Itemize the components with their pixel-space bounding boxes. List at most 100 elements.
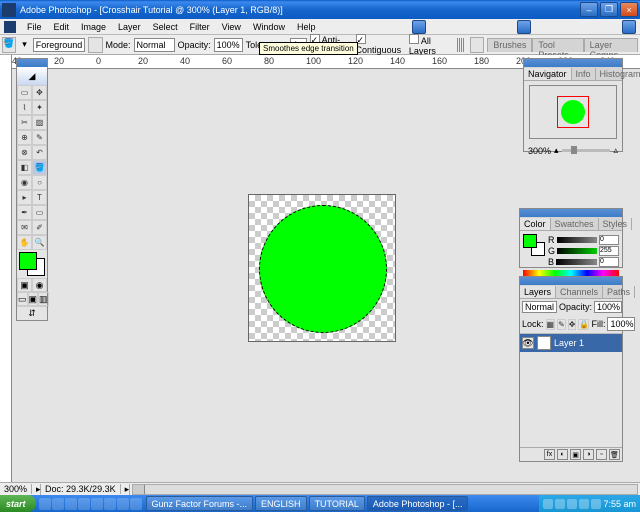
zoom-out-icon[interactable]: ▴ [554,145,559,156]
zoom-in-icon[interactable]: ▵ [613,145,618,156]
slice-tool[interactable]: ▨ [32,115,47,130]
task-button[interactable]: Gunz Factor Forums -... [146,496,254,511]
lock-all-icon[interactable]: 🔒 [578,319,589,330]
doc-restore-button[interactable] [517,20,531,34]
task-button[interactable]: ENGLISH [255,496,307,511]
well-layercomps-tab[interactable]: Layer Comps [584,38,638,52]
opacity-input[interactable]: 100% [214,38,243,52]
menu-window[interactable]: Window [248,21,290,33]
minimize-button[interactable]: – [580,2,598,17]
status-arrow[interactable]: ▸ [32,484,41,495]
zoom-slider[interactable] [562,149,611,152]
task-button[interactable]: Adobe Photoshop - [... [367,496,469,511]
quickmask-toggle[interactable]: ▣◉ [17,278,47,292]
color-swatches[interactable] [17,250,47,278]
filebrowser-toggle-icon[interactable] [470,37,484,53]
contiguous-checkbox[interactable]: ✓Contiguous [356,34,406,55]
eraser-tool[interactable]: ◧ [17,160,32,175]
menu-select[interactable]: Select [148,21,183,33]
marquee-tool[interactable]: ▭ [17,85,32,100]
system-tray[interactable]: 7:55 am [539,495,640,512]
color-tab[interactable]: Color [520,218,551,230]
new-set-icon[interactable]: ▣ [570,449,581,460]
visibility-toggle-icon[interactable]: 👁 [522,337,534,349]
bucket-tool-icon[interactable]: 🪣 [2,37,16,53]
new-layer-icon[interactable]: ▫ [596,449,607,460]
type-tool[interactable]: T [32,190,47,205]
adjustment-icon[interactable]: ◑ [583,449,594,460]
zoom-value[interactable]: 300% [528,146,551,156]
layer-style-icon[interactable]: fx [544,449,555,460]
horizontal-scrollbar[interactable] [132,484,638,495]
notes-tool[interactable]: ✉ [17,220,32,235]
panel-header[interactable] [524,59,622,67]
menu-filter[interactable]: Filter [185,21,215,33]
well-toolpresets-tab[interactable]: Tool Presets [532,38,583,52]
well-brushes-tab[interactable]: Brushes [487,38,532,52]
dodge-tool[interactable]: ○ [32,175,47,190]
document-canvas[interactable] [248,194,396,342]
panel-header[interactable] [520,209,622,217]
lock-pixels-icon[interactable]: ✎ [557,319,566,330]
wand-tool[interactable]: ✦ [32,100,47,115]
heal-tool[interactable]: ⊕ [17,130,32,145]
g-input[interactable] [599,246,619,256]
fill-input[interactable]: 100% [607,317,635,331]
menu-file[interactable]: File [22,21,47,33]
layer-thumbnail[interactable] [537,336,551,350]
shape-tool[interactable]: ▭ [32,205,47,220]
channels-tab[interactable]: Channels [556,286,603,298]
lasso-tool[interactable]: ⌇ [17,100,32,115]
navigator-view[interactable] [529,85,617,139]
b-input[interactable] [599,257,619,267]
blur-tool[interactable]: ◉ [17,175,32,190]
menu-edit[interactable]: Edit [49,21,75,33]
close-button[interactable]: × [620,2,638,17]
delete-layer-icon[interactable]: 🗑 [609,449,620,460]
pattern-picker[interactable] [88,37,102,53]
histogram-tab[interactable]: Histogram [596,68,640,80]
menu-view[interactable]: View [217,21,246,33]
quick-launch[interactable] [36,498,145,510]
task-button[interactable]: TUTORIAL [309,496,365,511]
hand-tool[interactable]: ✋ [17,235,32,250]
eyedrop-tool[interactable]: ✐ [32,220,47,235]
fill-select[interactable]: Foreground [33,38,86,52]
screenmode-toggle[interactable]: ▭▣▥ [17,292,47,306]
lock-pos-icon[interactable]: ✥ [568,319,577,330]
lock-trans-icon[interactable]: ▦ [546,319,556,330]
tool-preset-dropdown[interactable]: ▾ [19,39,30,51]
status-menu[interactable]: ▸ [121,484,130,495]
alllayers-checkbox[interactable]: All Layers [409,34,454,56]
menu-layer[interactable]: Layer [113,21,146,33]
zoom-tool[interactable]: 🔍 [32,235,47,250]
layers-tab[interactable]: Layers [520,286,556,298]
menu-help[interactable]: Help [292,21,321,33]
vertical-ruler[interactable] [0,55,12,482]
layer-opacity-input[interactable]: 100% [594,301,622,313]
color-fgbg[interactable] [523,234,545,256]
palette-well-grip[interactable] [457,38,464,52]
bucket-tool[interactable]: 🪣 [32,160,47,175]
brush-tool[interactable]: ✎ [32,130,47,145]
layer-mask-icon[interactable]: ◐ [557,449,568,460]
stamp-tool[interactable]: ⊗ [17,145,32,160]
move-tool[interactable]: ✥ [32,85,47,100]
start-button[interactable]: start [0,495,36,512]
doc-minimize-button[interactable] [412,20,426,34]
path-tool[interactable]: ▸ [17,190,32,205]
pen-tool[interactable]: ✒ [17,205,32,220]
layer-row[interactable]: 👁 Layer 1 [520,334,622,352]
foreground-color[interactable] [19,252,37,270]
doc-close-button[interactable] [622,20,636,34]
menu-image[interactable]: Image [76,21,111,33]
paths-tab[interactable]: Paths [603,286,635,298]
status-zoom[interactable]: 300% [0,484,32,494]
b-slider[interactable] [556,259,597,265]
imageready-jump[interactable]: ⇵ [17,306,47,320]
maximize-button[interactable]: ❐ [600,2,618,17]
layer-name[interactable]: Layer 1 [554,338,584,348]
history-tool[interactable]: ↶ [32,145,47,160]
swatches-tab[interactable]: Swatches [551,218,599,230]
panel-header[interactable] [520,277,622,285]
